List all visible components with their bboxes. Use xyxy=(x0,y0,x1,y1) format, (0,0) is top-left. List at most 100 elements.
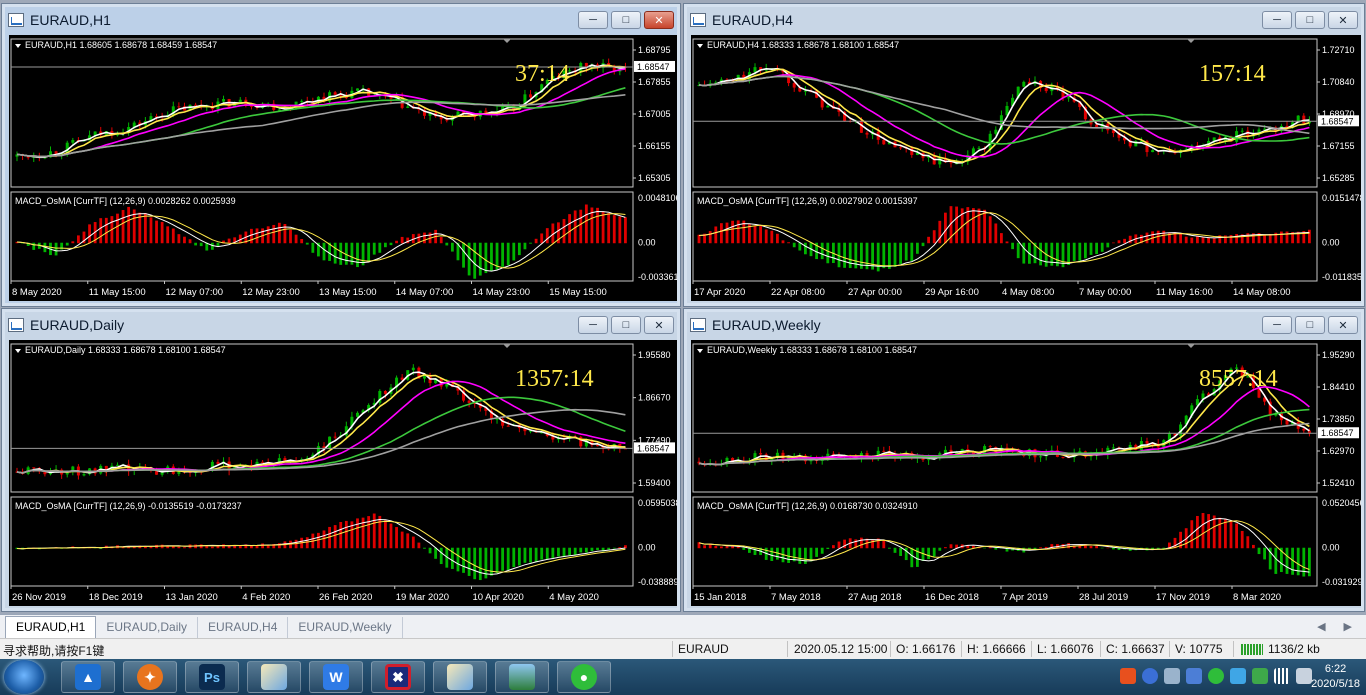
chart-shift-marker xyxy=(503,344,511,348)
signal-bars-icon[interactable] xyxy=(1274,668,1290,684)
network-icon[interactable] xyxy=(1164,668,1180,684)
macd-histogram-bar xyxy=(255,228,259,244)
sogou-ime-icon[interactable] xyxy=(1120,668,1136,684)
time-axis-label: 26 Feb 2020 xyxy=(319,592,372,603)
price-scale-label: 1.67855 xyxy=(638,77,671,87)
wechat-tray-icon[interactable] xyxy=(1208,668,1224,684)
macd-histogram-bar xyxy=(529,547,532,563)
ohlc-header: EURAUD,H1 1.68605 1.68678 1.68459 1.6854… xyxy=(25,40,217,50)
taskbar-app-wechat[interactable]: ● xyxy=(557,661,611,693)
time-axis-label: 7 Apr 2019 xyxy=(1002,592,1048,603)
tab-euraud-h1[interactable]: EURAUD,H1 xyxy=(5,616,97,638)
chart-window-daily[interactable]: EURAUD,Daily ─ □ ✕ EURAUD,Daily 1.68333 … xyxy=(1,308,681,612)
candle-body xyxy=(82,474,86,476)
taskbar-app-photo[interactable] xyxy=(495,661,549,693)
candle-body xyxy=(882,139,886,145)
taskbar-app-flag[interactable]: ✖ xyxy=(371,661,425,693)
close-button[interactable]: ✕ xyxy=(644,11,674,29)
time-axis-label: 12 May 23:00 xyxy=(242,287,300,298)
taskbar-app-fox[interactable]: ✦ xyxy=(123,661,177,693)
macd-histogram-bar xyxy=(1089,242,1093,255)
macd-histogram-bar xyxy=(759,226,762,244)
security-check-icon[interactable] xyxy=(1252,668,1268,684)
macd-histogram-bar xyxy=(742,547,746,550)
chart-window-h1[interactable]: EURAUD,H1 ─ □ ✕ EURAUD,H1 1.68605 1.6867… xyxy=(1,3,681,307)
macd-scale-label: -0.031929 xyxy=(1322,577,1361,587)
maximize-button[interactable]: □ xyxy=(1295,316,1325,334)
taskbar-clock[interactable]: 6:22 2020/5/18 xyxy=(1311,662,1360,692)
macd-histogram-bar xyxy=(1100,242,1104,252)
minimize-button[interactable]: ─ xyxy=(1262,11,1292,29)
tab-euraud-daily[interactable]: EURAUD,Daily xyxy=(96,617,199,638)
macd-histogram-bar xyxy=(1089,545,1093,549)
maximize-button[interactable]: □ xyxy=(611,316,641,334)
macd-histogram-bar xyxy=(177,234,181,244)
window-titlebar[interactable]: EURAUD,Weekly ─ □ ✕ xyxy=(688,313,1360,337)
minimize-button[interactable]: ─ xyxy=(578,316,608,334)
tab-euraud-weekly[interactable]: EURAUD,Weekly xyxy=(288,617,403,638)
chart-shift-marker xyxy=(1187,344,1195,348)
candle-body xyxy=(1111,447,1115,449)
candle-body xyxy=(977,147,981,149)
chart-window-weekly[interactable]: EURAUD,Weekly ─ □ ✕ EURAUD,Weekly 1.6833… xyxy=(683,308,1365,612)
macd-histogram-bar xyxy=(860,537,863,549)
time-axis-label: 17 Nov 2019 xyxy=(1156,592,1210,603)
macd-signal-line xyxy=(16,520,626,573)
macd-histogram-bar xyxy=(300,239,304,244)
taskbar-app-photoshop[interactable]: Ps xyxy=(185,661,239,693)
macd-histogram-bar xyxy=(983,209,986,244)
moving-average-line xyxy=(16,380,626,474)
close-button[interactable]: ✕ xyxy=(1328,316,1358,334)
help-icon[interactable] xyxy=(1142,668,1158,684)
candle-body xyxy=(1151,150,1155,153)
window-titlebar[interactable]: EURAUD,H4 ─ □ ✕ xyxy=(688,8,1360,32)
macd-histogram-bar xyxy=(1257,547,1261,555)
taskbar-app-wps[interactable]: W xyxy=(309,661,363,693)
window-titlebar[interactable]: EURAUD,Daily ─ □ ✕ xyxy=(6,313,676,337)
minimize-button[interactable]: ─ xyxy=(578,11,608,29)
close-button[interactable]: ✕ xyxy=(644,316,674,334)
price-chart[interactable]: EURAUD,Weekly 1.68333 1.68678 1.68100 1.… xyxy=(691,340,1361,606)
maximize-button[interactable]: □ xyxy=(1295,11,1325,29)
price-chart[interactable]: EURAUD,H1 1.68605 1.68678 1.68459 1.6854… xyxy=(9,35,677,301)
macd-histogram-bar xyxy=(395,240,398,244)
macd-histogram-bar xyxy=(882,540,886,549)
macd-histogram-bar xyxy=(1016,242,1020,259)
macd-histogram-bar xyxy=(1039,242,1042,266)
start-button[interactable] xyxy=(4,660,44,694)
taskbar-app-paint[interactable] xyxy=(247,661,301,693)
chart-window-h4[interactable]: EURAUD,H4 ─ □ ✕ EURAUD,H4 1.68333 1.6867… xyxy=(683,3,1365,307)
macd-histogram-bar xyxy=(601,211,605,244)
macd-scale-label: 0.00 xyxy=(1322,543,1340,553)
macd-histogram-bar xyxy=(261,543,264,549)
window-titlebar[interactable]: EURAUD,H1 ─ □ ✕ xyxy=(6,8,676,32)
close-button[interactable]: ✕ xyxy=(1328,11,1358,29)
shield-icon[interactable] xyxy=(1230,668,1246,684)
plugin-icon[interactable] xyxy=(1186,668,1202,684)
price-chart[interactable]: EURAUD,Daily 1.68333 1.68678 1.68100 1.6… xyxy=(9,340,677,606)
macd-histogram-bar xyxy=(378,242,382,253)
minimize-button[interactable]: ─ xyxy=(1262,316,1292,334)
macd-histogram-bar xyxy=(389,242,393,246)
macd-histogram-bar xyxy=(121,210,125,244)
macd-histogram-bar xyxy=(501,547,505,571)
bar-countdown-timer: 1357:14 xyxy=(515,366,594,392)
macd-histogram-bar xyxy=(826,547,830,550)
tab-euraud-h4[interactable]: EURAUD,H4 xyxy=(198,617,289,638)
candle-body xyxy=(932,156,936,165)
macd-histogram-bar xyxy=(1285,547,1289,574)
volume-mute-icon[interactable] xyxy=(1296,668,1312,684)
time-axis-label: 4 May 2020 xyxy=(549,592,599,603)
tab-scroll-left-icon[interactable]: ◀ xyxy=(1317,620,1325,633)
maximize-button[interactable]: □ xyxy=(611,11,641,29)
taskbar-app-mt[interactable]: ▲ xyxy=(61,661,115,693)
taskbar-app-paint-2[interactable] xyxy=(433,661,487,693)
macd-histogram-bar xyxy=(910,242,914,262)
macd-histogram-bar xyxy=(708,231,712,244)
tab-scroll-right-icon[interactable]: ▶ xyxy=(1344,620,1352,633)
candle-body xyxy=(1302,428,1306,431)
macd-histogram-bar xyxy=(490,242,493,272)
macd-histogram-bar xyxy=(149,546,153,549)
status-bar: 寻求帮助,请按F1键 EURAUD 2020.05.12 15:00 O: 1.… xyxy=(0,638,1366,659)
price-chart[interactable]: EURAUD,H4 1.68333 1.68678 1.68100 1.6854… xyxy=(691,35,1361,301)
